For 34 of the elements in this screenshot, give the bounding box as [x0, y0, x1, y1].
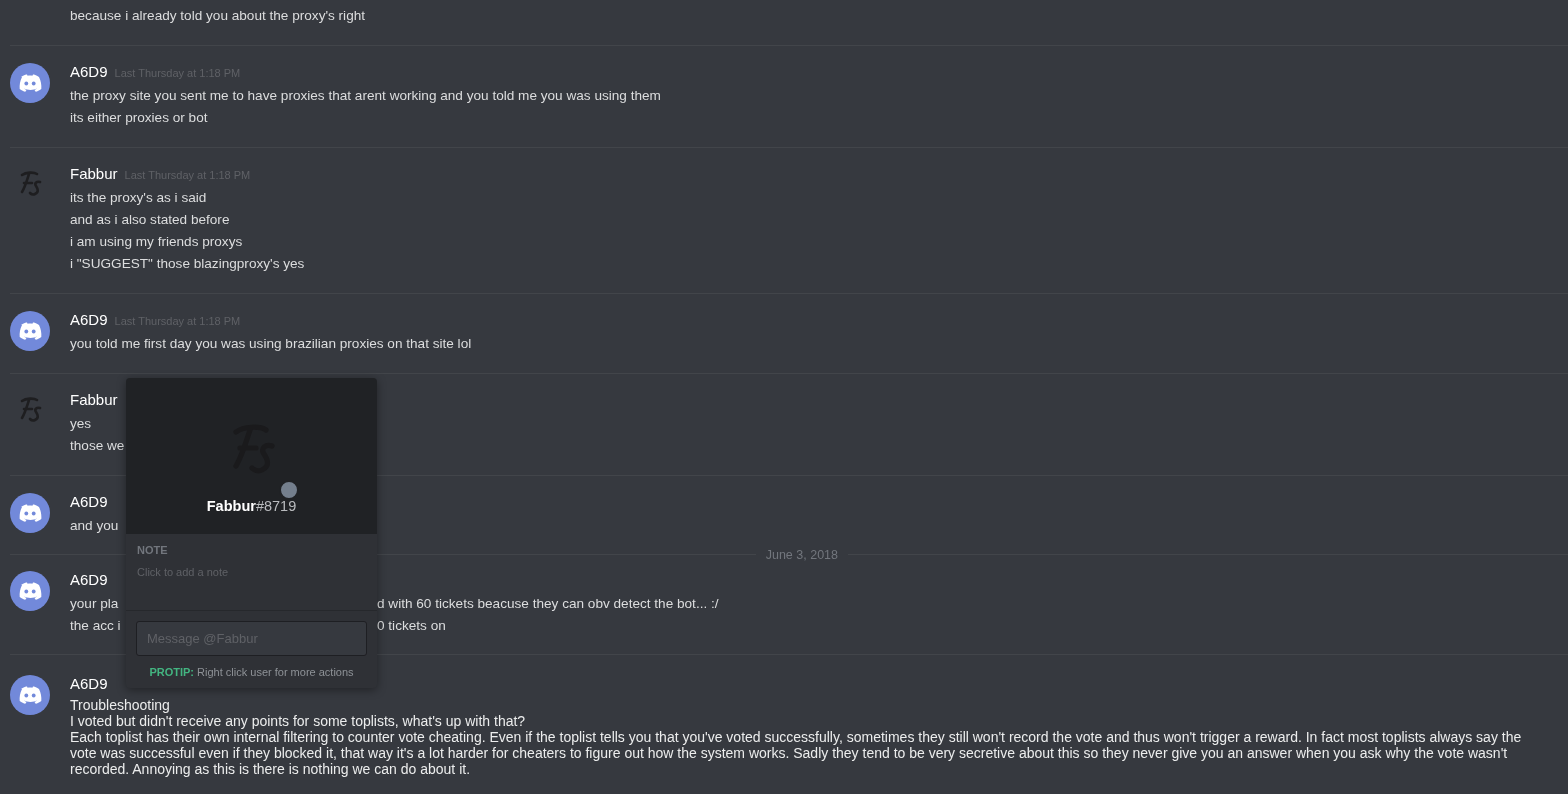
- date-divider: June 3, 2018: [765, 547, 838, 562]
- message-text: i "SUGGEST" those blazingproxy's yes: [70, 255, 305, 273]
- message-text: d with 60 tickets beacuse they can obv detect the bot... :/: [377, 594, 719, 613]
- message-text: Troubleshooting: [70, 697, 170, 713]
- message-text: the proxy site you sent me to have proxies that arent working and you told me you was using them: [70, 87, 661, 105]
- message-text: I voted but didn't receive any points for some toplists, what's up with that?: [70, 713, 526, 729]
- username[interactable]: A6D9: [70, 493, 108, 510]
- message-text: those we: [70, 437, 125, 455]
- avatar[interactable]: [10, 675, 50, 715]
- message-text: your pla: [70, 594, 120, 613]
- username[interactable]: A6D9: [70, 570, 108, 588]
- message-text: and as i also stated before: [70, 211, 230, 229]
- avatar[interactable]: [10, 63, 50, 103]
- protip-text: PROTIP: Right click user for more actions: [148, 666, 355, 678]
- username[interactable]: A6D9: [70, 311, 108, 328]
- profile-username: Fabbur#8719: [206, 498, 297, 515]
- avatar[interactable]: [10, 493, 50, 533]
- message-text: and you: [70, 517, 119, 535]
- message-text: its either proxies or bot: [70, 109, 208, 127]
- username[interactable]: Fabbur: [70, 391, 118, 408]
- message-text: Each toplist has their own internal filtering to counter vote cheating. Even if the toplist tells you that you've voted successfully, sometimes they still won't record the vote and thus won't trigger a reward. In fact most toplists always say the vote was successful even if they blocked it, that way it's a lot harder for cheaters to figure out how the system works. Sadly they tend to be very secretive about this so they never give you an answer when you ask why the vote wasn't recorded. Annoying as this is there is nothing we can do about it.: [70, 729, 1523, 777]
- message-text: you told me first day you was using brazilian proxies on that site lol: [70, 335, 472, 353]
- message-text: its the proxy's as i said: [70, 189, 207, 207]
- message-text: the acc i: [70, 616, 122, 635]
- message-text: yes: [70, 415, 92, 433]
- username[interactable]: A6D9: [70, 675, 108, 692]
- message-text: i am using my friends proxys: [70, 233, 243, 251]
- username[interactable]: A6D9: [70, 63, 108, 80]
- message-text: 0 tickets on: [377, 616, 446, 635]
- avatar[interactable]: [10, 570, 50, 611]
- username[interactable]: Fabbur: [70, 165, 118, 182]
- note-label: NOTE: [137, 544, 169, 557]
- message-text: because i already told you about the proxy's right: [70, 7, 366, 25]
- avatar[interactable]: [10, 311, 50, 351]
